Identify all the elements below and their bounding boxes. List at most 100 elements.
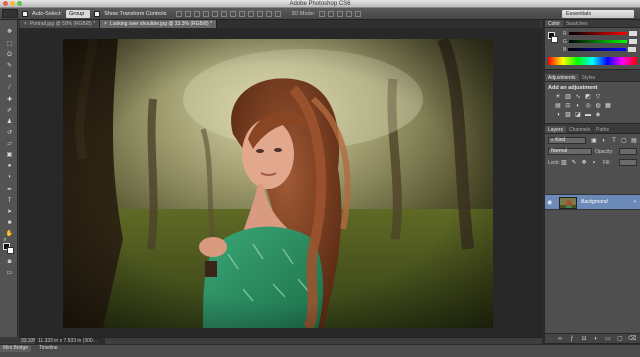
3d-slide-icon[interactable]: [346, 10, 353, 17]
blend-mode-dropdown[interactable]: Normal: [548, 148, 592, 155]
color-balance-icon[interactable]: ⚖: [565, 103, 571, 109]
tab-adjustments[interactable]: Adjustments: [545, 74, 579, 81]
fill-field[interactable]: [619, 159, 637, 166]
threshold-icon[interactable]: ◪: [575, 112, 581, 118]
3d-roll-icon[interactable]: [328, 10, 335, 17]
black-white-icon[interactable]: ◐: [575, 103, 581, 109]
tab-channels[interactable]: Channels: [566, 126, 593, 133]
color-background-swatch[interactable]: [551, 36, 558, 43]
photo-filter-icon[interactable]: ◎: [585, 103, 591, 109]
align-left-icon[interactable]: [203, 10, 210, 17]
align-buttons[interactable]: [176, 10, 282, 17]
new-group-icon[interactable]: ▭: [604, 335, 612, 342]
layer-filter-kind[interactable]: ⌕ Kind: [548, 137, 586, 144]
close-tab-icon[interactable]: ×: [24, 21, 27, 27]
3d-scale-icon[interactable]: [355, 10, 362, 17]
distribute-center-icon[interactable]: [266, 10, 273, 17]
gradient-map-icon[interactable]: ▬: [585, 112, 591, 118]
visibility-eye-icon[interactable]: ◉: [547, 199, 555, 206]
color-lookup-icon[interactable]: ▦: [605, 103, 611, 109]
gradient-tool-icon[interactable]: ▣: [5, 151, 14, 159]
tab-color[interactable]: Color: [545, 20, 563, 27]
auto-select-dropdown[interactable]: Group: [65, 9, 91, 18]
levels-icon[interactable]: ▥: [565, 94, 571, 100]
tab-swatches[interactable]: Swatches: [563, 20, 591, 27]
tool-preset-picker[interactable]: [2, 9, 18, 18]
filter-smart-object-icon[interactable]: ▤: [631, 138, 637, 144]
tab-layers[interactable]: Layers: [545, 126, 567, 133]
align-center-icon[interactable]: [212, 10, 219, 17]
color-spectrum-ramp[interactable]: [548, 57, 637, 65]
curves-icon[interactable]: ∿: [575, 94, 581, 100]
marquee-tool-icon[interactable]: ⬚: [5, 40, 14, 48]
brightness-contrast-icon[interactable]: ☀: [555, 94, 561, 100]
transform-controls-checkbox[interactable]: [94, 10, 101, 17]
new-layer-icon[interactable]: ▢: [616, 335, 624, 342]
crop-tool-icon[interactable]: ⌗: [5, 73, 14, 81]
hue-saturation-icon[interactable]: ▤: [555, 103, 561, 109]
opacity-field[interactable]: [619, 148, 637, 155]
blue-slider[interactable]: B: [563, 47, 637, 53]
filter-shape-icon[interactable]: ▢: [621, 138, 627, 144]
lock-all-icon[interactable]: ▪: [591, 160, 597, 166]
tab-looking-over-shoulder[interactable]: × Looking over shoulder.jpg @ 33.3% (RGB/…: [100, 20, 218, 28]
tab-portrait[interactable]: × Portrait.jpg @ 50% (RGB/8) *: [20, 20, 101, 28]
3d-rotate-icon[interactable]: [319, 10, 326, 17]
lock-transparent-icon[interactable]: ▨: [561, 160, 567, 166]
distribute-middle-icon[interactable]: [239, 10, 246, 17]
tab-mini-bridge[interactable]: Mini Bridge: [0, 345, 32, 352]
red-value-field[interactable]: [628, 31, 637, 36]
lock-position-icon[interactable]: ✥: [581, 160, 587, 166]
distribute-right-icon[interactable]: [275, 10, 282, 17]
new-adjustment-layer-icon[interactable]: ◐: [592, 336, 600, 342]
invert-icon[interactable]: ◑: [555, 112, 561, 118]
type-tool-icon[interactable]: T: [5, 197, 14, 205]
auto-select-checkbox[interactable]: [22, 10, 28, 17]
path-selection-tool-icon[interactable]: ➤: [5, 208, 14, 216]
tab-timeline[interactable]: Timeline: [36, 345, 61, 352]
selective-color-icon[interactable]: ◈: [595, 112, 601, 118]
link-layers-icon[interactable]: ∞: [556, 336, 564, 342]
blue-slider-track[interactable]: [568, 48, 627, 51]
green-slider[interactable]: G: [563, 39, 637, 45]
3d-drag-icon[interactable]: [337, 10, 344, 17]
clone-stamp-tool-icon[interactable]: ♟: [5, 118, 14, 126]
red-slider-track[interactable]: [568, 32, 627, 35]
blur-tool-icon[interactable]: ●: [5, 162, 14, 170]
workspace-switcher[interactable]: Essentials: [562, 10, 634, 18]
align-middle-icon[interactable]: [185, 10, 192, 17]
screen-mode-icon[interactable]: ▭: [5, 269, 14, 277]
close-tab-icon[interactable]: ×: [104, 21, 107, 27]
lasso-tool-icon[interactable]: ʘ: [5, 51, 14, 59]
distribute-left-icon[interactable]: [257, 10, 264, 17]
pen-tool-icon[interactable]: ✒: [5, 186, 14, 194]
background-color-swatch[interactable]: [7, 247, 14, 254]
vibrance-icon[interactable]: ▽: [595, 94, 601, 100]
red-slider[interactable]: R: [563, 31, 637, 37]
layer-name[interactable]: Background: [581, 199, 608, 205]
shape-tool-icon[interactable]: ■: [5, 219, 14, 227]
document-photo[interactable]: [63, 39, 493, 328]
filter-pixel-icon[interactable]: ▣: [591, 138, 597, 144]
brush-tool-icon[interactable]: ✐: [5, 107, 14, 115]
3d-mode-buttons[interactable]: [319, 10, 362, 17]
lock-image-icon[interactable]: ✎: [571, 160, 577, 166]
eyedropper-tool-icon[interactable]: ⁄: [5, 84, 14, 92]
align-bottom-icon[interactable]: [194, 10, 201, 17]
green-value-field[interactable]: [628, 39, 637, 44]
tab-paths[interactable]: Paths: [593, 126, 612, 133]
dodge-tool-icon[interactable]: ◗: [5, 173, 14, 181]
tab-styles[interactable]: Styles: [579, 74, 599, 81]
distribute-bottom-icon[interactable]: [248, 10, 255, 17]
quick-mask-icon[interactable]: ◙: [5, 258, 14, 266]
layer-row-background[interactable]: ◉ Background ▪: [545, 194, 640, 210]
history-brush-tool-icon[interactable]: ↺: [5, 129, 14, 137]
delete-layer-icon[interactable]: ⌫: [628, 335, 636, 342]
distribute-top-icon[interactable]: [230, 10, 237, 17]
layer-mask-icon[interactable]: ◘: [580, 336, 588, 342]
layer-style-icon[interactable]: ƒ: [568, 336, 576, 342]
posterize-icon[interactable]: ▧: [565, 112, 571, 118]
eraser-tool-icon[interactable]: ▱: [5, 140, 14, 148]
filter-type-icon[interactable]: T: [611, 138, 617, 144]
green-slider-track[interactable]: [568, 40, 627, 43]
